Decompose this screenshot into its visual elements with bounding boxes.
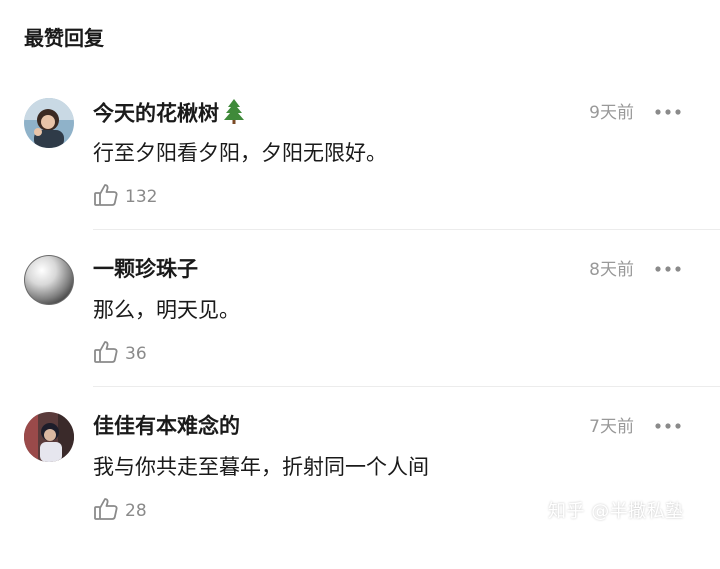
like-count: 28 (125, 501, 147, 521)
thumbs-up-icon (93, 496, 119, 526)
evergreen-tree-icon (223, 98, 245, 131)
section-title: 最赞回复 (24, 26, 104, 50)
more-options-icon[interactable] (654, 261, 682, 277)
watermark: 知乎 @半撒私塾 (548, 501, 684, 522)
comment-time: 7天前 (589, 417, 634, 437)
comment-time: 9天前 (589, 103, 634, 123)
thumbs-up-icon (93, 339, 119, 369)
username[interactable]: 今天的花楸树 (93, 98, 245, 131)
comment-item: 佳佳有本难念的 7天前 我与你共走至暮年，折射同一个人间 28 (0, 412, 720, 569)
more-options-icon[interactable] (654, 418, 682, 434)
divider (93, 229, 720, 230)
like-count: 132 (125, 187, 158, 207)
like-count: 36 (125, 344, 147, 364)
comment-content: 行至夕阳看夕阳，夕阳无限好。 (93, 141, 387, 165)
like-button[interactable]: 132 (93, 182, 157, 212)
avatar[interactable] (24, 412, 74, 462)
comment-time: 8天前 (589, 260, 634, 280)
like-button[interactable]: 36 (93, 339, 147, 369)
comment-content: 我与你共走至暮年，折射同一个人间 (93, 455, 429, 479)
thumbs-up-icon (93, 182, 119, 212)
avatar[interactable] (24, 98, 74, 148)
comment-content: 那么，明天见。 (93, 298, 240, 322)
comment-item: 今天的花楸树 9天前 行至夕阳看夕阳，夕阳无限好。 132 (0, 98, 720, 255)
like-button[interactable]: 28 (93, 496, 147, 526)
username[interactable]: 一颗珍珠子 (93, 255, 198, 283)
divider (93, 386, 720, 387)
more-options-icon[interactable] (654, 104, 682, 120)
username[interactable]: 佳佳有本难念的 (93, 412, 240, 440)
comment-item: 一颗珍珠子 8天前 那么，明天见。 36 (0, 255, 720, 412)
avatar[interactable] (24, 255, 74, 305)
